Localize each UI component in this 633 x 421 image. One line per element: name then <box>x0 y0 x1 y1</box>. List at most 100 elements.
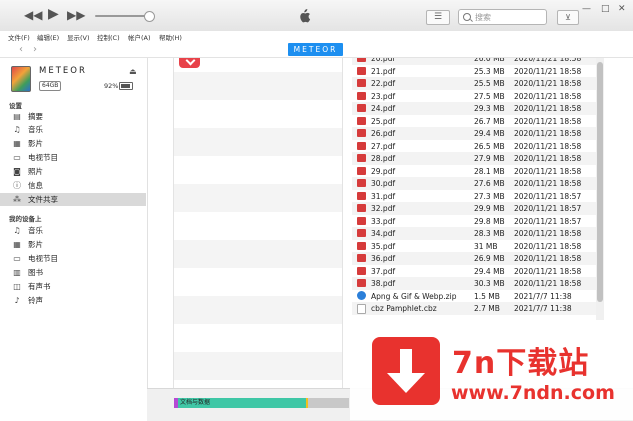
nav-bar: ‹ › METEOR <box>0 42 633 58</box>
menu-help[interactable]: 帮助(H) <box>159 32 182 42</box>
sidebar-item-device-tv[interactable]: ▭ 电视节目 <box>0 252 146 265</box>
volume-knob[interactable] <box>144 11 155 22</box>
watermark-url: www.7ndn.com <box>451 382 615 404</box>
sidebar-item-label: 影片 <box>28 139 43 148</box>
search-input[interactable]: 搜索 <box>458 9 547 25</box>
sidebar-item-label: 电视节目 <box>28 153 58 162</box>
pdf-file-icon <box>357 166 366 175</box>
maximize-icon[interactable]: □ <box>601 4 610 14</box>
sidebar-item-file-sharing[interactable]: ⁂ 文件共享 <box>0 193 146 206</box>
download-icon: ⊻ <box>565 13 571 22</box>
file-date: 2020/11/21 18:58 <box>514 254 582 263</box>
close-icon[interactable]: ✕ <box>618 4 626 14</box>
file-row[interactable]: 27.pdf 26.5 MB 2020/11/21 18:58 <box>352 140 596 153</box>
forward-button[interactable]: › <box>33 44 37 55</box>
file-size: 27.5 MB <box>474 91 505 101</box>
storage-label: 文档与数据 <box>180 399 211 406</box>
app-list[interactable] <box>173 58 343 388</box>
file-row[interactable]: 24.pdf 29.3 MB 2020/11/21 18:58 <box>352 102 596 115</box>
file-row[interactable]: 29.pdf 28.1 MB 2020/11/21 18:58 <box>352 165 596 178</box>
file-row[interactable]: 22.pdf 25.5 MB 2020/11/21 18:58 <box>352 77 596 90</box>
file-date: 2020/11/21 18:58 <box>514 229 582 238</box>
file-list-scrollbar[interactable] <box>596 58 604 320</box>
file-row[interactable]: 31.pdf 27.3 MB 2020/11/21 18:57 <box>352 190 596 203</box>
menu-edit[interactable]: 编辑(E) <box>37 32 59 42</box>
menu-controls[interactable]: 控制(C) <box>97 32 120 42</box>
eject-icon[interactable]: ⏏ <box>129 67 137 76</box>
file-row[interactable]: 37.pdf 29.4 MB 2020/11/21 18:58 <box>352 265 596 278</box>
music-icon: ♫ <box>13 125 21 134</box>
play-icon[interactable]: ▶ <box>48 7 59 21</box>
sidebar-item-device-ringtones[interactable]: ♪ 铃声 <box>0 294 146 307</box>
menu-file[interactable]: 文件(F) <box>8 32 30 42</box>
volume-slider[interactable] <box>95 15 149 17</box>
file-row[interactable]: 28.pdf 27.9 MB 2020/11/21 18:58 <box>352 152 596 165</box>
file-size: 26.7 MB <box>474 116 505 126</box>
file-name: 34.pdf <box>371 229 396 238</box>
sidebar-item-label: 电视节目 <box>28 254 58 263</box>
pdf-file-icon <box>357 141 366 150</box>
device-name[interactable]: METEOR <box>39 66 87 76</box>
file-size: 26.9 MB <box>474 254 505 263</box>
file-row[interactable]: 33.pdf 29.8 MB 2020/11/21 18:57 <box>352 215 596 228</box>
file-name: 25.pdf <box>371 116 396 126</box>
file-row[interactable]: 25.pdf 26.7 MB 2020/11/21 18:58 <box>352 115 596 128</box>
file-row[interactable]: 38.pdf 30.3 MB 2020/11/21 18:58 <box>352 277 596 290</box>
file-row[interactable]: cbz Pamphlet.cbz 2.7 MB 2021/7/7 11:38 <box>352 302 596 315</box>
sidebar-item-summary[interactable]: ▤ 摘要 <box>0 110 146 123</box>
file-date: 2020/11/21 18:58 <box>514 166 582 176</box>
summary-icon: ▤ <box>13 112 21 121</box>
file-name: 22.pdf <box>371 79 396 88</box>
file-row[interactable]: 35.pdf 31 MB 2020/11/21 18:58 <box>352 240 596 253</box>
music-icon: ♫ <box>13 226 21 235</box>
file-name: 26.pdf <box>371 129 396 138</box>
file-row[interactable]: 30.pdf 27.6 MB 2020/11/21 18:58 <box>352 177 596 190</box>
sidebar-item-device-movies[interactable]: ▦ 影片 <box>0 238 146 251</box>
file-size: 29.8 MB <box>474 216 505 226</box>
app-list-row <box>174 184 342 212</box>
capacity-badge: 64GB <box>39 81 62 91</box>
file-row[interactable]: 34.pdf 28.3 MB 2020/11/21 18:58 <box>352 227 596 240</box>
file-date: 2020/11/21 18:58 <box>514 91 582 101</box>
sidebar-item-device-music[interactable]: ♫ 音乐 <box>0 224 146 237</box>
app-icon[interactable] <box>179 58 200 68</box>
download-button[interactable]: ⊻ <box>557 10 579 25</box>
sidebar-item-movies[interactable]: ▦ 影片 <box>0 137 146 150</box>
device-tab[interactable]: METEOR <box>288 43 343 56</box>
minimize-icon[interactable]: — <box>582 4 591 14</box>
file-row[interactable]: 32.pdf 29.9 MB 2020/11/21 18:57 <box>352 202 596 215</box>
file-date: 2020/11/21 18:58 <box>514 66 582 76</box>
sidebar-item-photos[interactable]: ◙ 照片 <box>0 165 146 178</box>
menu-account[interactable]: 帐户(A) <box>128 32 151 42</box>
file-row[interactable]: 26.pdf 29.4 MB 2020/11/21 18:58 <box>352 127 596 140</box>
file-row[interactable]: Apng & Gif & Webp.zip 1.5 MB 2021/7/7 11:3… <box>352 290 596 303</box>
sidebar-item-info[interactable]: ⓘ 信息 <box>0 179 146 192</box>
pdf-file-icon <box>357 91 366 100</box>
sidebar-item-device-audiobooks[interactable]: ◫ 有声书 <box>0 280 146 293</box>
cbz-file-icon <box>357 304 366 314</box>
sidebar-item-tv[interactable]: ▭ 电视节目 <box>0 151 146 164</box>
sidebar-item-label: 摘要 <box>28 112 43 121</box>
back-button[interactable]: ‹ <box>19 44 23 55</box>
tv-icon: ▭ <box>13 153 21 162</box>
forward-icon[interactable]: ▶▶ <box>67 9 85 21</box>
list-view-button[interactable]: ☰ <box>426 10 450 25</box>
file-row[interactable]: 21.pdf 25.3 MB 2020/11/21 18:58 <box>352 65 596 78</box>
device-thumbnail <box>11 66 31 92</box>
file-row[interactable]: 36.pdf 26.9 MB 2020/11/21 18:58 <box>352 252 596 265</box>
sidebar-item-label: 图书 <box>28 268 43 277</box>
file-name: 30.pdf <box>371 179 396 188</box>
scrollbar-thumb[interactable] <box>597 62 603 302</box>
file-date: 2020/11/21 18:58 <box>514 116 582 126</box>
file-date: 2020/11/21 18:58 <box>514 154 582 163</box>
sidebar: METEOR ⏏ 64GB 92% 设置 ▤ 摘要 ♫ 音乐 ▦ 影片 ▭ 电视… <box>0 58 148 420</box>
file-size: 27.9 MB <box>474 154 505 163</box>
sidebar-item-device-books[interactable]: ▥ 图书 <box>0 266 146 279</box>
rewind-icon[interactable]: ◀◀ <box>24 9 42 21</box>
sidebar-item-music[interactable]: ♫ 音乐 <box>0 123 146 136</box>
settings-header: 设置 <box>9 102 22 110</box>
file-row[interactable]: 23.pdf 27.5 MB 2020/11/21 18:58 <box>352 90 596 103</box>
app-list-row <box>174 128 342 156</box>
file-date: 2021/7/7 11:38 <box>514 291 572 301</box>
menu-view[interactable]: 显示(V) <box>67 32 90 42</box>
